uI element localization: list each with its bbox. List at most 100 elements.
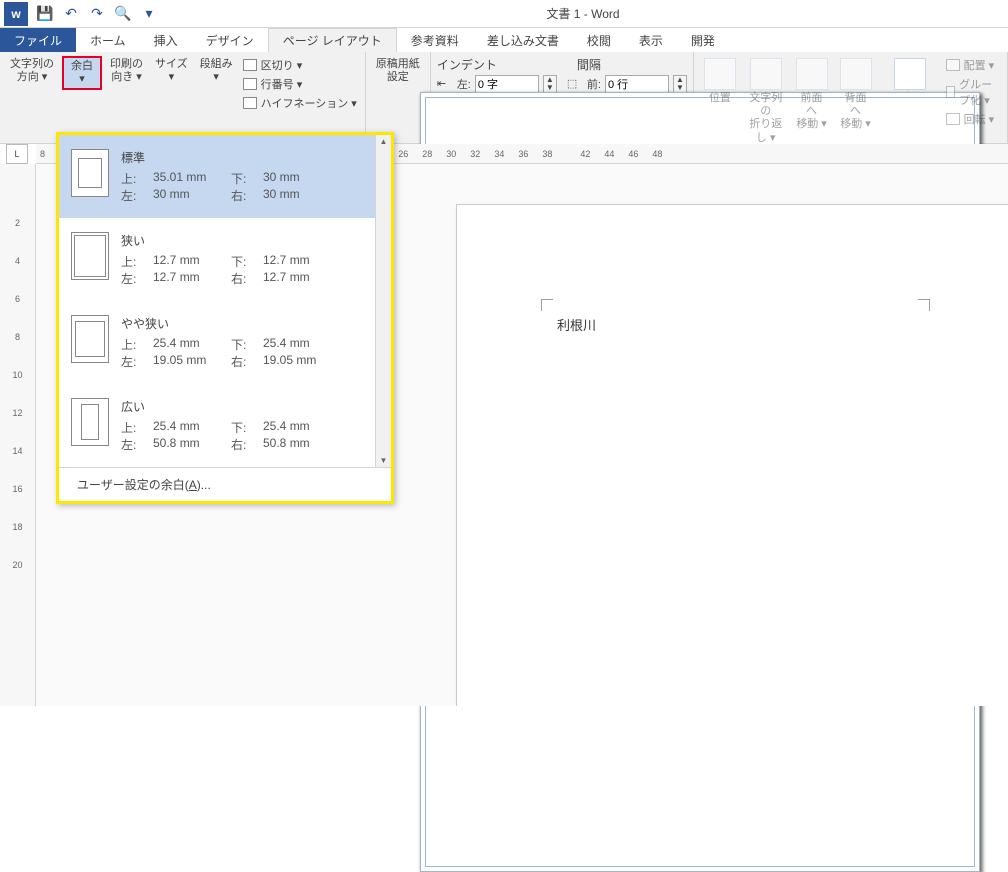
- indent-left-spinner[interactable]: ▲▼: [543, 75, 557, 93]
- tab-developer[interactable]: 開発: [677, 28, 729, 52]
- ruler-tick: 10: [12, 370, 22, 380]
- ruler-tick: 2: [15, 218, 20, 228]
- spacing-title: 間隔: [577, 56, 601, 73]
- ribbon-tabs: ファイル ホーム 挿入 デザイン ページ レイアウト 参考資料 差し込み文書 校…: [0, 28, 1008, 52]
- indent-title: インデント: [437, 56, 497, 73]
- quick-access-toolbar: 💾 ↶ ↷ 🔍 ▾: [36, 5, 158, 23]
- margins-option-narrow[interactable]: 狭い上:12.7 mm下:12.7 mm左:12.7 mm右:12.7 mm: [59, 218, 391, 301]
- align-button[interactable]: 配置 ▾: [944, 56, 1001, 74]
- tab-mailings[interactable]: 差し込み文書: [473, 28, 573, 52]
- bring-forward-button[interactable]: 前面へ 移動 ▾: [792, 56, 832, 134]
- document-text[interactable]: 利根川: [557, 315, 596, 334]
- ruler-tick: 26: [398, 149, 408, 159]
- position-icon: [704, 58, 736, 90]
- group-objects-button[interactable]: グループ化 ▾: [944, 75, 1001, 109]
- ruler-tick: 28: [422, 149, 432, 159]
- qat-more-icon[interactable]: ▾: [140, 5, 158, 23]
- margins-preset-name: 広い: [121, 398, 379, 415]
- ruler-tick: 30: [446, 149, 456, 159]
- wrap-text-icon: [750, 58, 782, 90]
- indent-left-label: 左:: [457, 76, 471, 92]
- margin-crop-tr: [918, 299, 930, 311]
- word-app-icon: w: [4, 2, 28, 26]
- redo-icon[interactable]: ↷: [88, 5, 106, 23]
- breaks-icon: [243, 59, 257, 71]
- ruler-tick: 16: [12, 484, 22, 494]
- size-button[interactable]: サイズ ▾: [151, 56, 192, 86]
- tab-review[interactable]: 校閲: [573, 28, 625, 52]
- hyphenation-button[interactable]: ハイフネーション ▾: [241, 94, 359, 112]
- ruler-tick: 32: [470, 149, 480, 159]
- margins-preset-icon: [71, 315, 109, 363]
- tab-insert[interactable]: 挿入: [140, 28, 192, 52]
- ruler-tick: 8: [15, 332, 20, 342]
- ruler-tick: 12: [12, 408, 22, 418]
- tab-home[interactable]: ホーム: [76, 28, 140, 52]
- wrap-text-button[interactable]: 文字列の 折り返し ▾: [744, 56, 788, 147]
- ruler-corner[interactable]: L: [6, 144, 28, 164]
- margin-crop-tl: [541, 299, 553, 311]
- gallery-scrollbar[interactable]: ▲ ▼: [375, 135, 391, 467]
- margins-option-moderate[interactable]: やや狭い上:25.4 mm下:25.4 mm左:19.05 mm右:19.05 …: [59, 301, 391, 384]
- margins-preset-name: やや狭い: [121, 315, 379, 332]
- columns-button[interactable]: 段組み ▾: [196, 56, 237, 86]
- ruler-tick: 4: [15, 256, 20, 266]
- ruler-tick: 34: [494, 149, 504, 159]
- margins-option-wide[interactable]: 広い上:25.4 mm下:25.4 mm左:50.8 mm右:50.8 mm: [59, 384, 391, 467]
- ruler-tick: 42: [580, 149, 590, 159]
- indent-left-input[interactable]: [475, 75, 539, 93]
- breaks-button[interactable]: 区切り ▾: [241, 56, 359, 74]
- tab-view[interactable]: 表示: [625, 28, 677, 52]
- margins-preset-icon: [71, 398, 109, 446]
- line-numbers-icon: [243, 78, 257, 90]
- ruler-tick: 6: [15, 294, 20, 304]
- indent-left-icon: ⇤: [437, 77, 453, 91]
- ribbon: A 文字列の 方向 ▾ 余白 ▾ 印刷の 向き ▾ サイズ ▾ 段組み ▾ 区切…: [0, 52, 1008, 144]
- titlebar: w 💾 ↶ ↷ 🔍 ▾ 文書 1 - Word: [0, 0, 1008, 28]
- save-icon[interactable]: 💾: [36, 5, 54, 23]
- space-before-icon: ⬚: [567, 77, 583, 91]
- tab-design[interactable]: デザイン: [192, 28, 268, 52]
- orientation-button[interactable]: 印刷の 向き ▾: [106, 56, 147, 86]
- margins-preset-name: 標準: [121, 149, 379, 166]
- ruler-tick: 20: [12, 560, 22, 570]
- rotate-button[interactable]: 回転 ▾: [944, 110, 1001, 128]
- space-before-spinner[interactable]: ▲▼: [673, 75, 687, 93]
- text-direction-button[interactable]: A 文字列の 方向 ▾: [6, 56, 58, 86]
- ruler-vertical[interactable]: 2 4 6 8 10 12 14 16 18 20: [0, 164, 36, 706]
- margins-preset-icon: [71, 232, 109, 280]
- group-page-setup: A 文字列の 方向 ▾ 余白 ▾ 印刷の 向き ▾ サイズ ▾ 段組み ▾ 区切…: [0, 52, 366, 143]
- ruler-tick: 48: [652, 149, 662, 159]
- margins-option-normal[interactable]: 標準上:35.01 mm下:30 mm左:30 mm右:30 mm: [59, 135, 391, 218]
- group-objects-icon: [946, 86, 956, 98]
- space-before-label: 前:: [587, 76, 601, 92]
- undo-icon[interactable]: ↶: [62, 5, 80, 23]
- ruler-tick: 44: [604, 149, 614, 159]
- scroll-up-icon[interactable]: ▲: [380, 135, 388, 148]
- window-title: 文書 1 - Word: [158, 5, 1008, 22]
- position-button[interactable]: 位置: [700, 56, 740, 107]
- line-numbers-button[interactable]: 行番号 ▾: [241, 75, 359, 93]
- manuscript-button[interactable]: 原稿用紙 設定: [372, 56, 424, 86]
- tab-references[interactable]: 参考資料: [397, 28, 473, 52]
- tab-file[interactable]: ファイル: [0, 28, 76, 52]
- group-manuscript: 原稿用紙 設定: [366, 52, 431, 143]
- margins-button[interactable]: 余白 ▾: [62, 56, 102, 90]
- scroll-down-icon[interactable]: ▼: [380, 454, 388, 467]
- tab-page-layout[interactable]: ページ レイアウト: [268, 28, 397, 52]
- touch-mode-icon[interactable]: 🔍: [114, 5, 132, 23]
- page[interactable]: 利根川: [456, 204, 1008, 706]
- margins-preset-icon: [71, 149, 109, 197]
- bring-forward-icon: [796, 58, 828, 90]
- rotate-icon: [946, 113, 960, 125]
- margins-preset-name: 狭い: [121, 232, 379, 249]
- ruler-tick: 18: [12, 522, 22, 532]
- space-before-input[interactable]: [605, 75, 669, 93]
- ruler-tick: 36: [518, 149, 528, 159]
- ruler-tick: 14: [12, 446, 22, 456]
- margins-gallery: 標準上:35.01 mm下:30 mm左:30 mm右:30 mm狭い上:12.…: [56, 132, 394, 504]
- send-backward-button[interactable]: 背面へ 移動 ▾: [836, 56, 876, 134]
- send-backward-icon: [840, 58, 872, 90]
- hyphenation-icon: [243, 97, 257, 109]
- custom-margins-button[interactable]: ユーザー設定の余白(A)...: [59, 467, 391, 501]
